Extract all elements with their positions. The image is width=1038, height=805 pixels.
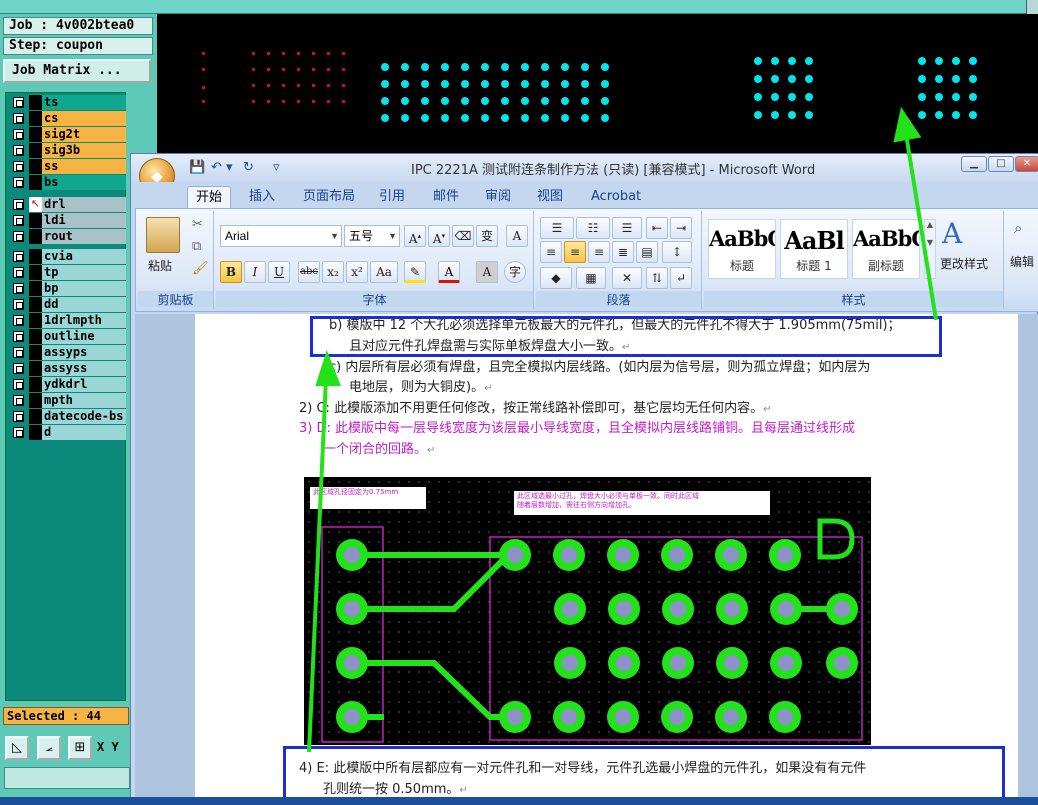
annotation-arrows	[307, 106, 938, 753]
taskbar	[0, 797, 1038, 805]
screen: Job : 4v002btea0 Step: coupon Job Matrix…	[0, 0, 1038, 805]
